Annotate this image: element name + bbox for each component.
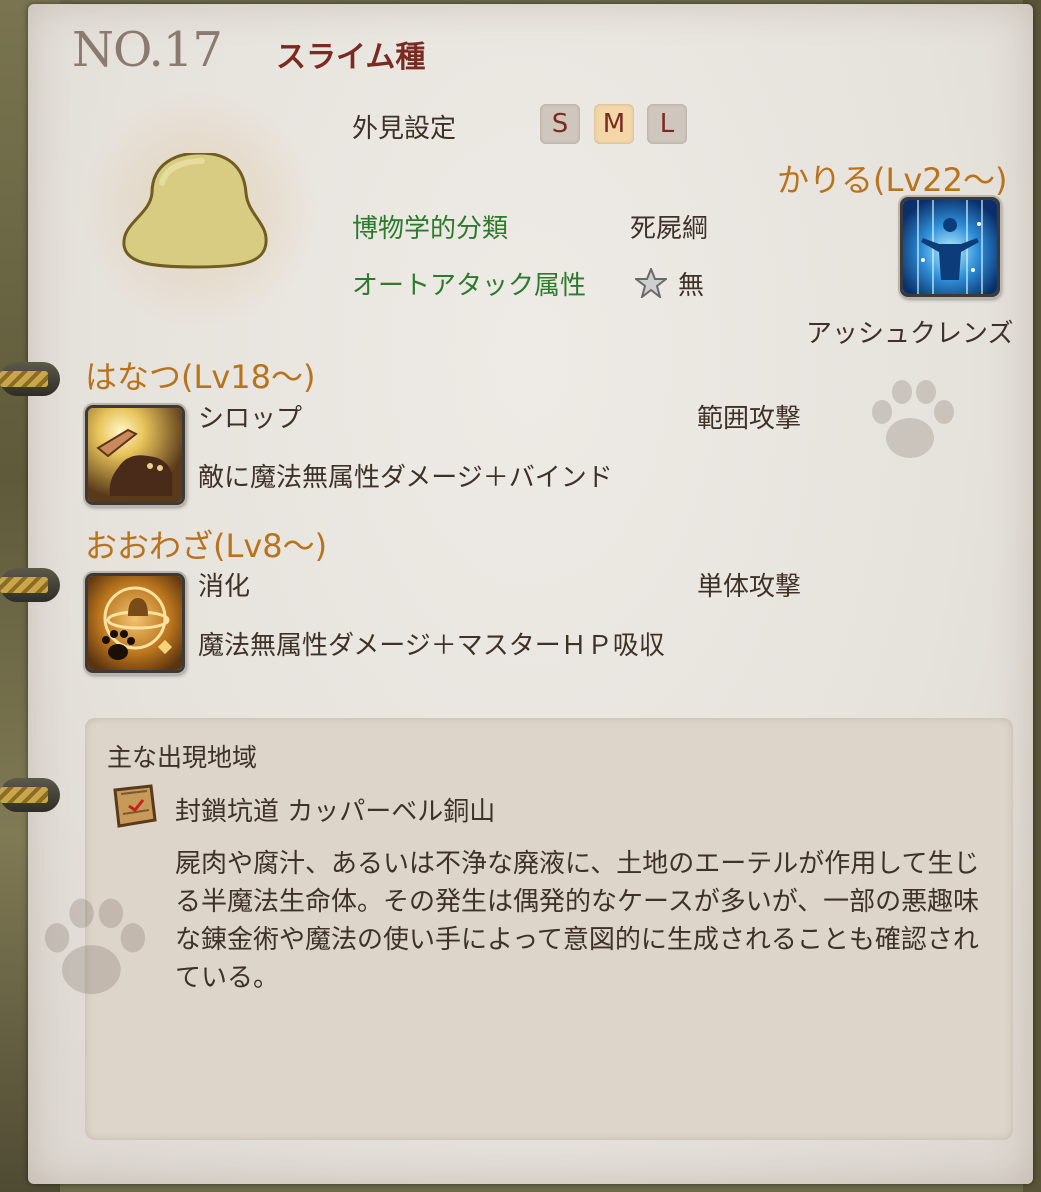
digest-description: 魔法無属性ダメージ＋マスターＨＰ吸収 bbox=[198, 631, 665, 661]
species-name: スライム種 bbox=[276, 40, 426, 75]
binder-clip bbox=[0, 577, 48, 593]
habitat-location[interactable]: 封鎖坑道 カッパーベル銅山 bbox=[175, 791, 495, 828]
auto-attack-label: オートアタック属性 bbox=[352, 271, 587, 301]
size-m-button[interactable]: M bbox=[594, 104, 634, 144]
ash-cleanse-name: アッシュクレンズ bbox=[806, 319, 1014, 349]
kariru-heading: かりる(Lv22～) bbox=[777, 161, 1008, 199]
element-none-icon bbox=[635, 268, 667, 298]
size-l-button[interactable]: L bbox=[647, 104, 687, 144]
auto-attack-value: 無 bbox=[678, 271, 705, 301]
entry-number: NO.17 bbox=[72, 22, 223, 78]
map-scroll-icon[interactable] bbox=[107, 784, 159, 828]
appearance-label: 外見設定 bbox=[352, 114, 457, 144]
binder-clip bbox=[0, 371, 48, 387]
syrup-description: 敵に魔法無属性ダメージ＋バインド bbox=[198, 463, 613, 493]
digest-name: 消化 bbox=[198, 572, 251, 602]
paw-print-icon bbox=[872, 380, 954, 458]
binder-clip bbox=[0, 787, 48, 803]
taxonomy-label: 博物学的分類 bbox=[352, 214, 509, 244]
syrup-type: 範囲攻撃 bbox=[697, 404, 802, 434]
paw-print-icon bbox=[44, 898, 146, 994]
slime-portrait bbox=[122, 153, 268, 269]
habitat-description: 屍肉や腐汁、あるいは不浄な廃液に、土地のエーテルが作用して生じる半魔法生命体。そ… bbox=[175, 849, 980, 993]
taxonomy-value: 死屍綱 bbox=[630, 214, 709, 244]
habitat-title: 主な出現地域 bbox=[107, 743, 258, 772]
digest-skill-icon[interactable] bbox=[85, 573, 185, 673]
oowaza-heading: おおわざ(Lv8～) bbox=[85, 527, 328, 565]
size-s-button[interactable]: S bbox=[540, 104, 580, 144]
hanatsu-heading: はなつ(Lv18～) bbox=[85, 358, 316, 396]
syrup-skill-icon[interactable] bbox=[85, 405, 185, 505]
digest-type: 単体攻撃 bbox=[697, 572, 802, 602]
syrup-name: シロップ bbox=[198, 404, 303, 434]
ash-cleanse-skill-icon[interactable] bbox=[900, 197, 1000, 297]
